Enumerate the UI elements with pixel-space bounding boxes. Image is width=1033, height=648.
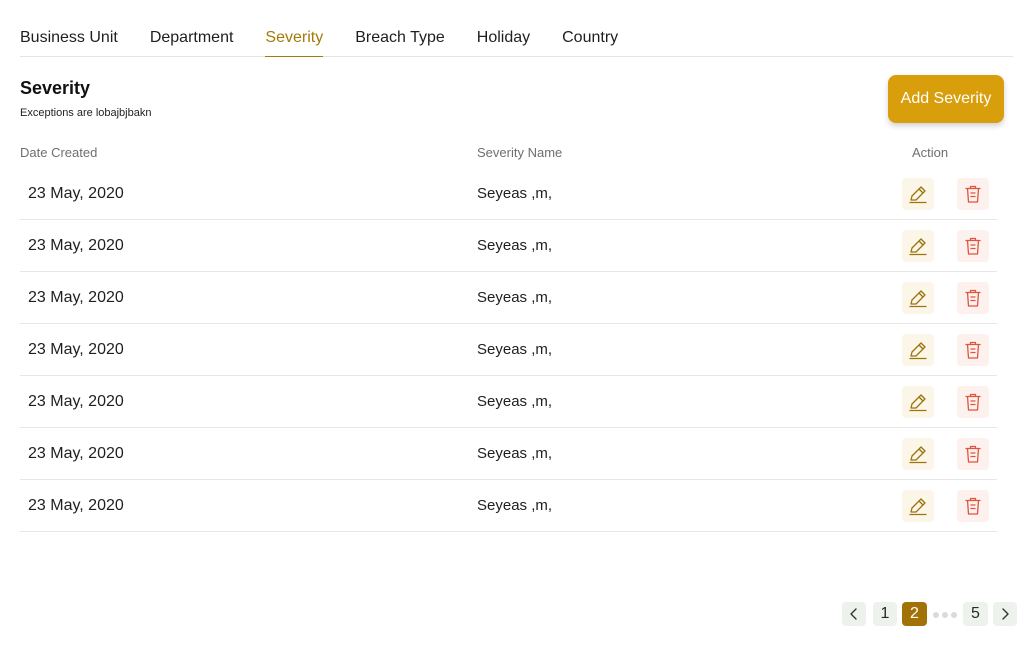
column-header-date: Date Created xyxy=(20,145,98,160)
trash-icon xyxy=(963,235,983,257)
page-title: Severity xyxy=(20,78,91,98)
chevron-left-icon xyxy=(850,608,857,620)
trash-icon xyxy=(963,495,983,517)
page-subtitle: Exceptions are lobajbjbakn xyxy=(20,107,152,119)
tab-breach-type[interactable]: Breach Type xyxy=(355,22,445,56)
delete-button[interactable] xyxy=(957,178,989,210)
delete-button[interactable] xyxy=(957,386,989,418)
table-row: 23 May, 2020 Seyeas ,m, xyxy=(20,272,997,324)
page-button[interactable]: 1 xyxy=(873,602,897,626)
severity-name-cell: Seyeas ,m, xyxy=(477,185,553,202)
date-created-cell: 23 May, 2020 xyxy=(28,185,124,202)
date-created-cell: 23 May, 2020 xyxy=(28,289,124,306)
table-row: 23 May, 2020 Seyeas ,m, xyxy=(20,480,997,532)
edit-button[interactable] xyxy=(902,178,934,210)
edit-button[interactable] xyxy=(902,334,934,366)
pencil-icon xyxy=(907,495,929,517)
severity-name-cell: Seyeas ,m, xyxy=(477,393,553,410)
pencil-icon xyxy=(907,391,929,413)
delete-button[interactable] xyxy=(957,230,989,262)
date-created-cell: 23 May, 2020 xyxy=(28,341,124,358)
tab-bar: Business Unit Department Severity Breach… xyxy=(20,22,1013,57)
table-row: 23 May, 2020 Seyeas ,m, xyxy=(20,376,997,428)
delete-button[interactable] xyxy=(957,334,989,366)
table-row: 23 May, 2020 Seyeas ,m, xyxy=(20,220,997,272)
severity-name-cell: Seyeas ,m, xyxy=(477,341,553,358)
trash-icon xyxy=(963,287,983,309)
date-created-cell: 23 May, 2020 xyxy=(28,497,124,514)
column-header-name: Severity Name xyxy=(477,145,563,160)
date-created-cell: 23 May, 2020 xyxy=(28,445,124,462)
tab-holiday[interactable]: Holiday xyxy=(477,22,530,56)
severity-name-cell: Seyeas ,m, xyxy=(477,237,553,254)
edit-button[interactable] xyxy=(902,282,934,314)
edit-button[interactable] xyxy=(902,490,934,522)
date-created-cell: 23 May, 2020 xyxy=(28,237,124,254)
pagination-prev-button[interactable] xyxy=(842,602,866,626)
date-created-cell: 23 May, 2020 xyxy=(28,393,124,410)
table-row: 23 May, 2020 Seyeas ,m, xyxy=(20,168,997,220)
trash-icon xyxy=(963,443,983,465)
severity-name-cell: Seyeas ,m, xyxy=(477,445,553,462)
chevron-right-icon xyxy=(1002,608,1009,620)
more-dots-icon xyxy=(933,612,957,618)
table-header: Date Created Severity Name Action xyxy=(20,145,997,165)
pencil-icon xyxy=(907,339,929,361)
severity-name-cell: Seyeas ,m, xyxy=(477,497,553,514)
delete-button[interactable] xyxy=(957,282,989,314)
tab-department[interactable]: Department xyxy=(150,22,234,56)
pencil-icon xyxy=(907,443,929,465)
pencil-icon xyxy=(907,183,929,205)
tab-severity[interactable]: Severity xyxy=(265,22,323,57)
table-row: 23 May, 2020 Seyeas ,m, xyxy=(20,428,997,480)
pencil-icon xyxy=(907,287,929,309)
trash-icon xyxy=(963,391,983,413)
trash-icon xyxy=(963,183,983,205)
page-button[interactable]: 5 xyxy=(963,602,988,626)
pagination-next-button[interactable] xyxy=(993,602,1017,626)
severity-name-cell: Seyeas ,m, xyxy=(477,289,553,306)
column-header-action: Action xyxy=(912,145,949,160)
trash-icon xyxy=(963,339,983,361)
edit-button[interactable] xyxy=(902,438,934,470)
edit-button[interactable] xyxy=(902,230,934,262)
pencil-icon xyxy=(907,235,929,257)
table-body: 23 May, 2020 Seyeas ,m, 23 May, 2020 Seyeas… xyxy=(20,168,997,532)
edit-button[interactable] xyxy=(902,386,934,418)
tab-business-unit[interactable]: Business Unit xyxy=(20,22,118,56)
delete-button[interactable] xyxy=(957,490,989,522)
tab-country[interactable]: Country xyxy=(562,22,618,56)
table-row: 23 May, 2020 Seyeas ,m, xyxy=(20,324,997,376)
add-severity-button[interactable]: Add Severity xyxy=(888,75,1004,123)
delete-button[interactable] xyxy=(957,438,989,470)
page-button-current[interactable]: 2 xyxy=(902,602,927,626)
